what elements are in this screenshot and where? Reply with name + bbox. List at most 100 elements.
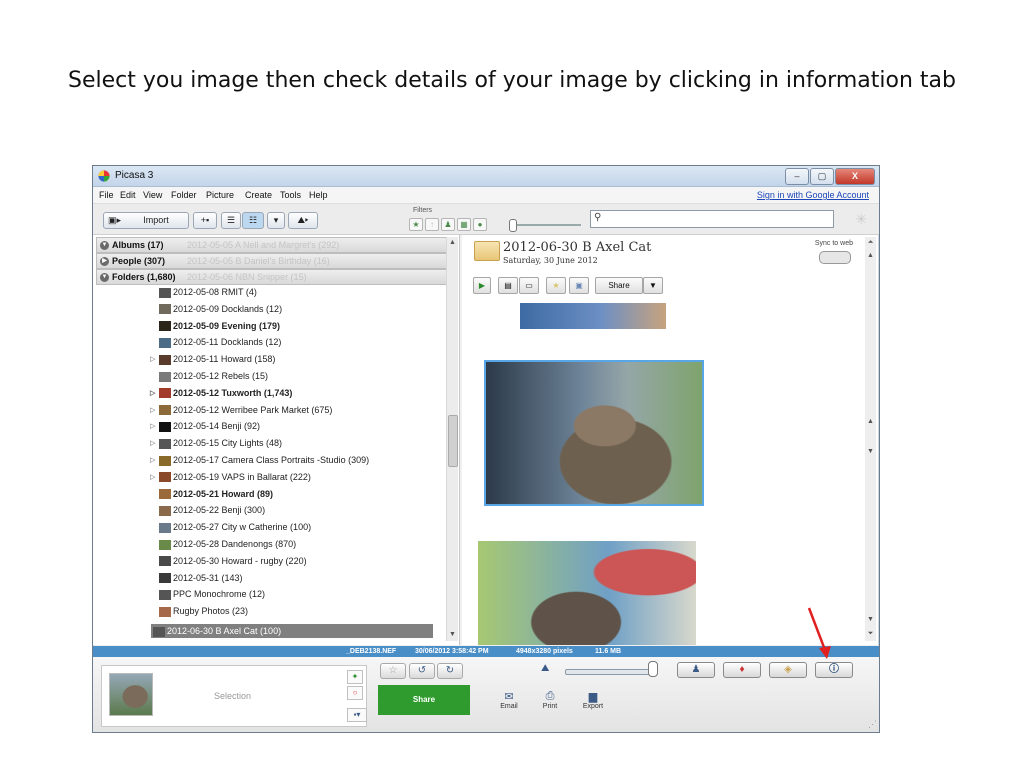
places-tab-button[interactable]: ♦ bbox=[723, 662, 761, 678]
print-label: Print bbox=[542, 703, 558, 710]
folder-row[interactable]: 2012-05-22 Benji (300) bbox=[159, 503, 439, 518]
folder-label: 2012-05-30 Howard - rugby (220) bbox=[173, 555, 307, 566]
faces-filter-icon[interactable]: ♟ bbox=[441, 218, 455, 231]
export-button[interactable]: ▆ Export bbox=[573, 690, 613, 710]
folder-row[interactable]: 2012-05-08 RMIT (4) bbox=[159, 285, 439, 300]
share-button[interactable]: Share bbox=[378, 685, 470, 715]
import-button[interactable]: ▣▸ Import bbox=[103, 212, 189, 229]
folder-row[interactable]: 2012-05-27 City w Catherine (100) bbox=[159, 520, 439, 535]
people-tab-button[interactable]: ♟ bbox=[677, 662, 715, 678]
upload-filter-icon[interactable]: ↑ bbox=[425, 218, 439, 231]
maximize-button[interactable]: ▢ bbox=[810, 168, 834, 185]
add-to-album-icon[interactable]: ▪▾ bbox=[347, 708, 367, 722]
sign-in-link[interactable]: Sign in with Google Account bbox=[757, 190, 869, 200]
scroll-bottom-icon[interactable]: ⏷ bbox=[866, 629, 875, 638]
menu-file[interactable]: File bbox=[99, 190, 114, 200]
scroll-top-icon[interactable]: ⏶ bbox=[866, 238, 875, 247]
folder-row[interactable]: 2012-05-09 Evening (179) bbox=[159, 319, 439, 334]
scroll-up-icon[interactable]: ▲ bbox=[866, 251, 875, 260]
expand-arrow-icon[interactable]: ▷ bbox=[150, 470, 155, 485]
export-label: Export bbox=[582, 703, 604, 710]
expand-arrow-icon[interactable]: ▷ bbox=[150, 386, 155, 401]
expand-arrow-icon[interactable]: ▷ bbox=[150, 436, 155, 451]
search-input[interactable]: ⚲ bbox=[590, 210, 834, 228]
folder-row[interactable]: ▷ 2012-05-17 Camera Class Portraits -Stud… bbox=[150, 453, 439, 468]
save-button[interactable]: ▣ bbox=[569, 277, 589, 294]
tags-tab-button[interactable]: ◈ bbox=[769, 662, 807, 678]
folder-row[interactable]: 2012-05-21 Howard (89) bbox=[159, 487, 439, 502]
clear-selection-icon[interactable]: ○ bbox=[347, 686, 363, 700]
upload-button[interactable]: ⛰▸ bbox=[288, 212, 318, 229]
folder-row[interactable]: PPC Monochrome (12) bbox=[159, 587, 439, 602]
menu-view[interactable]: View bbox=[143, 190, 162, 200]
date-filter-slider[interactable] bbox=[509, 219, 517, 232]
star-button[interactable]: ★ bbox=[546, 277, 566, 294]
folder-list-scrollbar[interactable]: ▲ ▼ bbox=[446, 237, 458, 641]
zoom-slider[interactable] bbox=[648, 661, 658, 677]
expand-arrow-icon[interactable]: ▷ bbox=[150, 403, 155, 418]
expand-arrow-icon[interactable]: ▷ bbox=[150, 419, 155, 434]
folders-section[interactable]: ▼ Folders (1,680) 2012-05-06 NBN Snipper … bbox=[96, 269, 448, 285]
print-button[interactable]: ⎙ Print bbox=[530, 690, 570, 710]
scroll-down-icon[interactable]: ▼ bbox=[866, 615, 875, 624]
menu-picture[interactable]: Picture bbox=[206, 190, 234, 200]
share-menu-button[interactable]: ▼ bbox=[643, 277, 663, 294]
star-button[interactable]: ☆ bbox=[380, 663, 406, 679]
view-options-button[interactable]: ▾ bbox=[267, 212, 285, 229]
folder-row[interactable]: ▷ 2012-05-19 VAPS in Ballarat (222) bbox=[150, 470, 439, 485]
starred-filter-icon[interactable]: ★ bbox=[409, 218, 423, 231]
folder-row[interactable]: ▷ 2012-05-11 Howard (158) bbox=[150, 352, 439, 367]
folder-row[interactable]: 2012-05-09 Docklands (12) bbox=[159, 302, 439, 317]
list-view-button[interactable]: ☰ bbox=[221, 212, 241, 229]
menu-edit[interactable]: Edit bbox=[120, 190, 136, 200]
rotate-right-button[interactable]: ↻ bbox=[437, 663, 463, 679]
scroll-up-icon[interactable]: ▲ bbox=[866, 417, 875, 426]
folder-row[interactable]: ▷ 2012-05-12 Werribee Park Market (675) bbox=[150, 403, 439, 418]
email-button[interactable]: ✉ Email bbox=[489, 690, 529, 710]
hold-pin-icon[interactable]: ✦ bbox=[347, 670, 363, 684]
geotag-filter-icon[interactable]: ● bbox=[473, 218, 487, 231]
folder-row[interactable]: Rugby Photos (23) bbox=[159, 604, 439, 619]
minimize-button[interactable]: – bbox=[785, 168, 809, 185]
resize-grip-icon[interactable]: ⋰ bbox=[868, 719, 877, 730]
photo-thumbnail[interactable] bbox=[478, 541, 696, 645]
scroll-down-icon[interactable]: ▼ bbox=[448, 630, 457, 639]
folder-row[interactable]: 2012-05-30 Howard - rugby (220) bbox=[159, 554, 439, 569]
folder-row[interactable]: ▷ 2012-05-15 City Lights (48) bbox=[150, 436, 439, 451]
folder-row[interactable]: ▷ 2012-05-12 Tuxworth (1,743) bbox=[150, 386, 439, 401]
rotate-left-button[interactable]: ↺ bbox=[409, 663, 435, 679]
movie-button[interactable]: ▭ bbox=[519, 277, 539, 294]
collage-button[interactable]: ▤ bbox=[498, 277, 518, 294]
expand-icon: ▶ bbox=[100, 257, 109, 267]
scroll-down-icon[interactable]: ▼ bbox=[866, 447, 875, 456]
folder-row[interactable]: 2012-05-11 Docklands (12) bbox=[159, 335, 439, 350]
sync-to-web-toggle[interactable] bbox=[819, 251, 851, 264]
scroll-up-icon[interactable]: ▲ bbox=[448, 238, 457, 247]
close-button[interactable]: X bbox=[835, 168, 875, 185]
expand-arrow-icon[interactable]: ▷ bbox=[150, 352, 155, 367]
album-share-button[interactable]: Share bbox=[595, 277, 643, 294]
add-to-album-button[interactable]: +▪ bbox=[193, 212, 217, 229]
tree-view-button[interactable]: ☷ bbox=[242, 212, 264, 229]
menu-folder[interactable]: Folder bbox=[171, 190, 197, 200]
menu-help[interactable]: Help bbox=[309, 190, 328, 200]
selected-cat-photo[interactable] bbox=[484, 360, 704, 506]
menu-tools[interactable]: Tools bbox=[280, 190, 301, 200]
information-tab-button[interactable]: ⓘ bbox=[815, 662, 853, 678]
movie-filter-icon[interactable]: ▦ bbox=[457, 218, 471, 231]
folder-row[interactable]: 2012-05-12 Rebels (15) bbox=[159, 369, 439, 384]
folder-row[interactable]: ▷ 2012-05-14 Benji (92) bbox=[150, 419, 439, 434]
album-scrollbar[interactable]: ⏶ ▲ ▲ ▼ ▼ ⏷ bbox=[865, 237, 876, 641]
scroll-thumb[interactable] bbox=[448, 415, 458, 467]
slideshow-button[interactable]: ▶ bbox=[473, 277, 491, 294]
expand-arrow-icon[interactable]: ▷ bbox=[150, 453, 155, 468]
folder-row[interactable]: 2012-05-28 Dandenongs (870) bbox=[159, 537, 439, 552]
selected-thumbnail[interactable] bbox=[109, 673, 153, 716]
people-section[interactable]: ▶ People (307) 2012-05-05 B Daniel's Birt… bbox=[96, 253, 448, 269]
folder-row[interactable]: 2012-05-31 (143) bbox=[159, 571, 439, 586]
photo-thumbnail[interactable] bbox=[520, 303, 666, 329]
selected-folder-row[interactable]: 2012-06-30 B Axel Cat (100) bbox=[151, 624, 433, 638]
albums-section[interactable]: ▼ Albums (17) 2012-05-05 A Nell and Margr… bbox=[96, 237, 448, 253]
folder-label: PPC Monochrome (12) bbox=[173, 589, 266, 600]
menu-create[interactable]: Create bbox=[245, 190, 272, 200]
